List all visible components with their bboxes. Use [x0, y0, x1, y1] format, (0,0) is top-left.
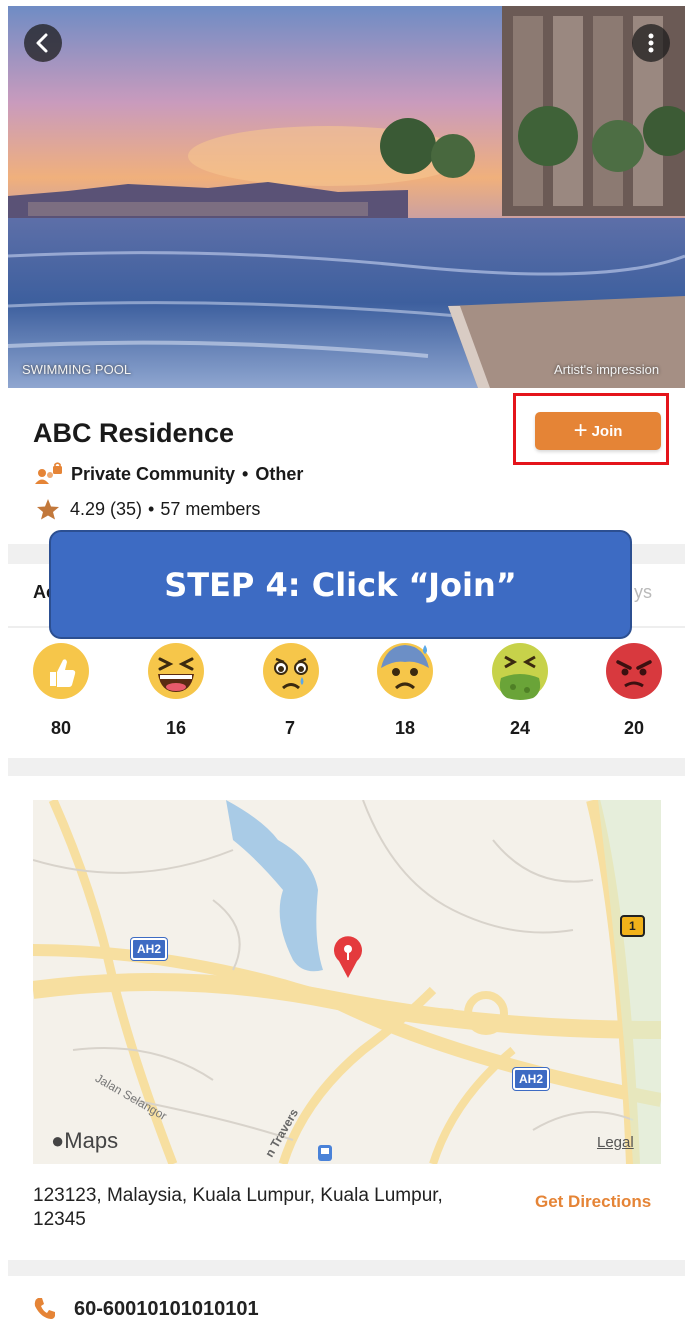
reaction-count: 18 — [394, 718, 416, 738]
community-info-card: ABC Residence + Join Private Community •… — [8, 388, 685, 544]
more-vertical-icon — [648, 33, 654, 53]
address-text: 123123, Malaysia, Kuala Lumpur, Kuala Lu… — [33, 1185, 443, 1230]
image-disclaimer: Artist's impression — [554, 362, 660, 377]
image-caption: SWIMMING POOL — [22, 362, 132, 377]
crying-emoji-icon[interactable] — [262, 642, 320, 700]
community-category: Other — [255, 463, 304, 484]
private-group-icon — [35, 462, 62, 484]
legal-link[interactable]: Legal — [597, 1134, 634, 1151]
community-page: SWIMMING POOL Artist's impression ABC Re… — [8, 6, 685, 1342]
more-options-button[interactable] — [632, 24, 670, 62]
join-button[interactable]: + Join — [535, 412, 661, 450]
location-pin-icon[interactable] — [331, 933, 365, 979]
route-shield-1: 1 — [620, 915, 645, 937]
apple-logo-icon: ● — [51, 1128, 65, 1153]
pool-illustration — [8, 6, 685, 388]
community-type-label: Private Community — [71, 463, 236, 484]
angry-emoji-icon[interactable] — [605, 642, 663, 700]
cover-image: SWIMMING POOL Artist's impression — [8, 6, 685, 388]
highway-shield-ah2: AH2 — [513, 1068, 550, 1090]
community-stats: 4.29 (35) • 57 members — [36, 498, 260, 520]
tutorial-step-banner: STEP 4: Click “Join” — [49, 530, 632, 639]
maps-logo-text: Maps — [64, 1128, 119, 1153]
anxious-sweat-emoji-icon[interactable] — [376, 642, 434, 700]
map-tiles — [33, 800, 661, 1164]
contact-card[interactable]: 60-60010101010101 — [8, 1276, 685, 1342]
community-type: Private Community • Other — [33, 462, 303, 486]
phone-icon — [34, 1298, 55, 1319]
plus-icon: + — [573, 417, 588, 444]
join-label: Join — [591, 422, 623, 440]
phone-number: 60-60010101010101 — [74, 1298, 259, 1320]
location-map[interactable]: AH2 AH2 1 Jalan Selangor n Travers ●Maps… — [33, 800, 661, 1164]
separator-dot: • — [148, 498, 155, 519]
location-card: AH2 AH2 1 Jalan Selangor n Travers ●Maps… — [8, 776, 685, 1260]
get-directions-link[interactable]: Get Directions — [535, 1192, 651, 1212]
reactions-period: ys — [634, 582, 652, 602]
chevron-left-icon — [36, 33, 48, 53]
separator-dot: • — [242, 463, 249, 484]
rating-text: 4.29 (35) — [70, 498, 143, 519]
maps-logo: ●Maps — [51, 1128, 118, 1154]
reaction-count: 24 — [509, 718, 531, 738]
community-title: ABC Residence — [33, 418, 235, 448]
thumbs-up-emoji-icon[interactable] — [32, 642, 90, 700]
reaction-count: 16 — [165, 718, 187, 738]
highway-shield-ah2: AH2 — [131, 938, 168, 960]
members-count: 57 members — [160, 498, 261, 519]
laughing-emoji-icon[interactable] — [147, 642, 205, 700]
reaction-count: 20 — [623, 718, 645, 738]
reaction-count: 7 — [284, 718, 295, 738]
bus-stop-icon — [318, 1145, 332, 1161]
nauseated-emoji-icon[interactable] — [491, 642, 549, 700]
star-icon — [37, 499, 59, 520]
back-button[interactable] — [24, 24, 62, 62]
reaction-count: 80 — [50, 718, 72, 738]
